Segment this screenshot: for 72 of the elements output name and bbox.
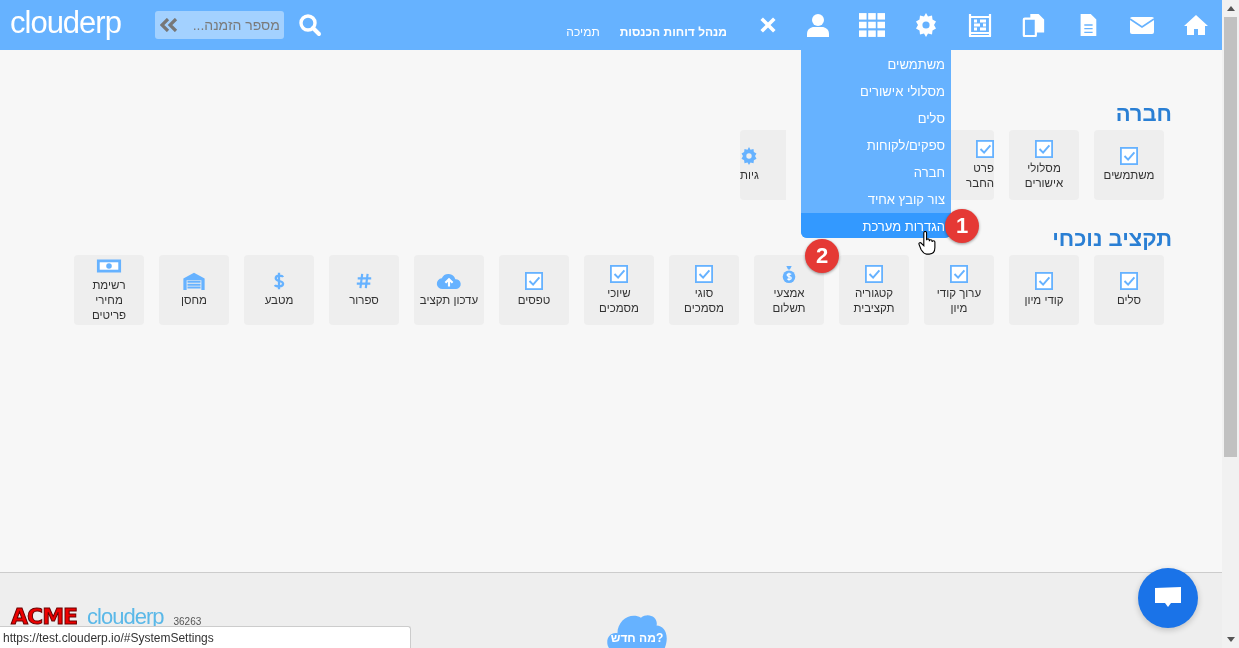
scrollbar[interactable] bbox=[1222, 0, 1239, 648]
settings-tile[interactable]: שיוכי מסמכים bbox=[584, 255, 654, 325]
settings-tile[interactable]: פרט החבר bbox=[951, 130, 994, 200]
settings-tile[interactable]: טפסים bbox=[499, 255, 569, 325]
settings-tile[interactable]: קודי מיון bbox=[1009, 255, 1079, 325]
settings-tile[interactable]: ערוך קודי מיון bbox=[924, 255, 994, 325]
settings-tile[interactable]: קטגוריה תקציבית bbox=[839, 255, 909, 325]
abacus-icon[interactable] bbox=[967, 13, 993, 37]
tile-label: משתמשים bbox=[1103, 168, 1155, 183]
section-heading: חברה bbox=[1115, 102, 1172, 126]
settings-tile[interactable]: מטבע bbox=[244, 255, 314, 325]
checkbox-icon bbox=[1120, 147, 1138, 165]
tile-label: קטגוריה תקציבית bbox=[853, 285, 895, 316]
step-badge: 1 bbox=[945, 209, 979, 243]
user-icon[interactable] bbox=[805, 13, 831, 37]
settings-tile[interactable]: רשימת מחירי פריטים bbox=[74, 255, 144, 325]
tile-label: ספרור bbox=[349, 293, 379, 308]
section-heading: תקציב נוכחי bbox=[1052, 227, 1172, 251]
hand-cursor-icon bbox=[918, 231, 937, 255]
copy-icon[interactable] bbox=[1021, 13, 1047, 37]
tile-label: אמצעי תשלום bbox=[772, 285, 806, 316]
scroll-up-arrow-icon[interactable] bbox=[1226, 6, 1235, 11]
tile-label: רשימת מחירי פריטים bbox=[91, 278, 127, 323]
home-icon[interactable] bbox=[1183, 13, 1209, 37]
checkbox-icon bbox=[695, 264, 713, 283]
settings-tile[interactable]: סוגי מסמכים bbox=[669, 255, 739, 325]
cloud-upload-icon bbox=[436, 272, 462, 290]
settings-tile[interactable]: מסלולי אישורים bbox=[1009, 130, 1079, 200]
tile-label: עדכון תקציב bbox=[419, 293, 479, 308]
tile-label: סלים bbox=[1116, 293, 1142, 308]
tile-label: פרט החבר bbox=[966, 160, 994, 191]
version-number: 36263 bbox=[173, 615, 202, 629]
tile-label: מסלולי אישורים bbox=[1024, 160, 1064, 191]
settings-tile[interactable]: ספרור bbox=[329, 255, 399, 325]
step-badge: 2 bbox=[805, 239, 839, 273]
scroll-down-arrow-icon[interactable] bbox=[1226, 637, 1235, 642]
tile-label: קודי מיון bbox=[1024, 293, 1064, 308]
scroll-thumb[interactable] bbox=[1224, 17, 1237, 457]
checkbox-icon bbox=[1035, 272, 1053, 290]
checkbox-icon bbox=[976, 139, 994, 158]
settings-tile[interactable]: עדכון תקציב bbox=[414, 255, 484, 325]
status-url: https://test.clouderp.io/#SystemSettings bbox=[0, 626, 411, 648]
gear-icon bbox=[740, 147, 758, 165]
checkbox-icon bbox=[610, 264, 628, 283]
checkbox-icon bbox=[1035, 139, 1053, 158]
banknote-icon bbox=[96, 257, 122, 275]
tile-label: מחסן bbox=[181, 293, 207, 308]
search-field[interactable]: מספר הזמנה... bbox=[154, 11, 284, 39]
money-bag-icon bbox=[780, 264, 798, 283]
tile-label: טפסים bbox=[517, 293, 551, 308]
tile-label: שיוכי מסמכים bbox=[599, 285, 639, 316]
brand-logo: ACME bbox=[11, 605, 78, 629]
settings-tile[interactable]: משתמשים bbox=[1094, 130, 1164, 200]
tile-label: מטבע bbox=[264, 293, 294, 308]
tile-label: גיות bbox=[740, 168, 759, 183]
settings-tile[interactable]: מחסן bbox=[159, 255, 229, 325]
logo: clouderp bbox=[87, 605, 164, 629]
settings-tile[interactable]: סלים bbox=[1094, 255, 1164, 325]
warehouse-icon bbox=[181, 272, 207, 290]
checkbox-icon bbox=[1120, 272, 1138, 290]
tile-label: ערוך קודי מיון bbox=[936, 285, 982, 316]
checkbox-icon bbox=[950, 264, 968, 283]
grid-icon[interactable] bbox=[859, 13, 885, 37]
search-icon[interactable] bbox=[297, 13, 322, 37]
double-chevron-icon[interactable] bbox=[159, 18, 178, 32]
tile-label: סוגי מסמכים bbox=[684, 285, 724, 316]
hash-icon bbox=[355, 272, 373, 290]
settings-icon[interactable] bbox=[913, 13, 939, 37]
settings-tile[interactable]: גיות bbox=[740, 130, 786, 200]
checkbox-icon bbox=[865, 264, 883, 283]
checkbox-icon bbox=[525, 272, 543, 290]
close-icon[interactable] bbox=[759, 16, 777, 34]
